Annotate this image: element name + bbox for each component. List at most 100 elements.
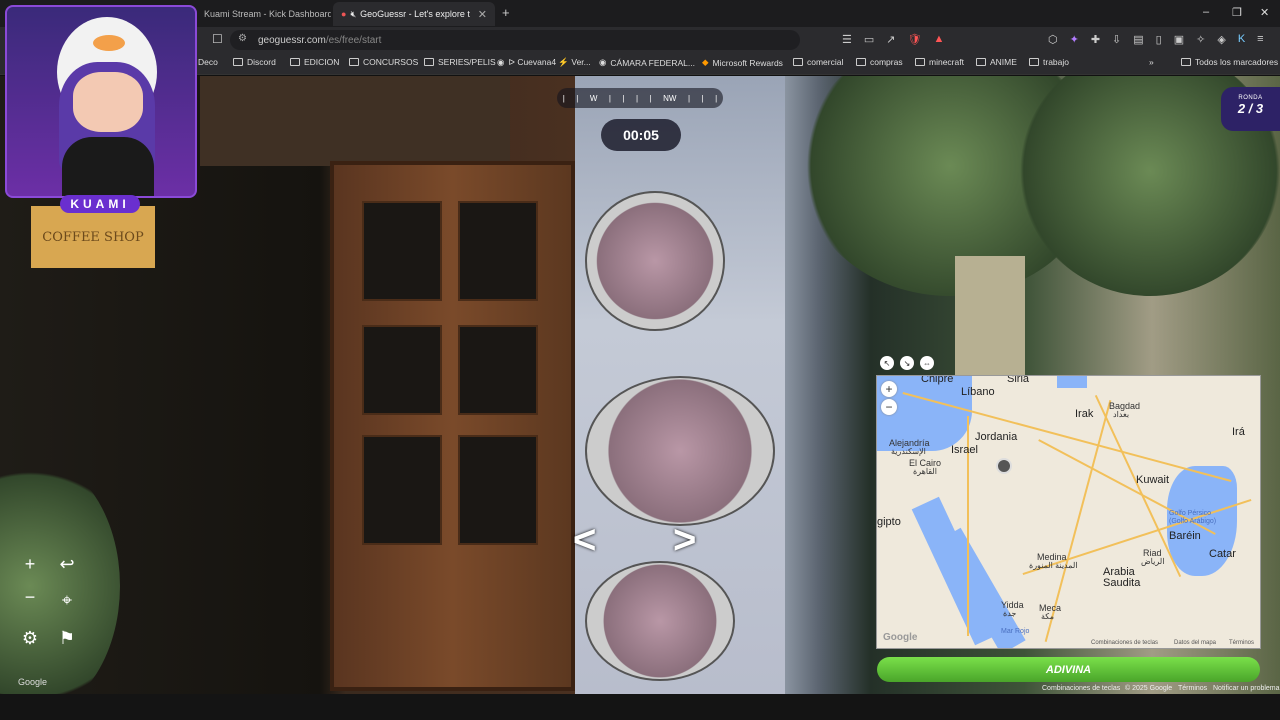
map-label-israel: Israel [951, 444, 978, 456]
guess-button[interactable]: ADIVINA [877, 657, 1260, 682]
map-label-chipre: Chipre [921, 375, 954, 385]
settings-gear-icon[interactable]: ⚙ [16, 624, 44, 652]
credits-shortcuts-link[interactable]: Combinaciones de teclas [1042, 685, 1120, 692]
move-forward-arrow[interactable]: > [673, 518, 696, 563]
bookmark-minecraft[interactable]: minecraft [915, 57, 964, 67]
compass-northwest: NW [663, 93, 677, 103]
close-window-button[interactable]: ✕ [1260, 6, 1269, 19]
minimize-button[interactable]: – [1203, 6, 1209, 18]
water-north [1057, 376, 1087, 388]
extension-icon[interactable]: ⬡ [1048, 33, 1058, 46]
close-tab-icon[interactable]: ✕ [478, 8, 487, 21]
menu-icon[interactable]: ≡ [1257, 33, 1263, 46]
url-path: /es/free/start [325, 34, 382, 46]
bookmark-series-pelis[interactable]: SERIES/PELIS [424, 57, 496, 67]
map-shortcuts-link[interactable]: Combinaciones de teclas [1091, 640, 1158, 646]
map-expand-icon[interactable]: ↖ [880, 356, 894, 370]
cast-icon[interactable]: ▭ [864, 33, 874, 46]
mute-icon: 🔇︎ [350, 8, 357, 19]
penguin-beak [93, 35, 125, 51]
tab-geoguessr[interactable]: ● 🔇︎ GeoGuessr - Let's explore the ✕ [333, 2, 495, 26]
compass-bar[interactable]: | | W | | | | NW | | | [557, 88, 723, 108]
map-label-riad-ar: الرياض [1141, 557, 1165, 566]
folder-icon [915, 58, 925, 66]
zoom-in-button[interactable]: + [16, 550, 44, 578]
building-wall [200, 76, 510, 166]
checkpoint-flag-icon[interactable]: ⚑ [53, 624, 81, 652]
return-to-start-icon[interactable]: ↩ [53, 550, 81, 578]
map-label-catar: Catar [1209, 548, 1236, 560]
avatar-face [73, 72, 143, 132]
tab-title: Kuami Stream - Kick Dashboard [204, 9, 331, 19]
credits-copyright: © 2025 Google [1125, 685, 1173, 692]
all-bookmarks[interactable]: Todos los marcadores [1181, 57, 1278, 67]
bookmark-camara-federal[interactable]: ◉ CÁMARA FEDERAL... [599, 57, 695, 68]
brave-shield-icon[interactable]: 🛡︎ [908, 33, 922, 46]
url-field[interactable]: ⚙ geoguessr.com/es/free/start [230, 30, 800, 50]
download-icon[interactable]: ⇩ [1112, 33, 1121, 46]
map-data-link[interactable]: Datos del mapa [1174, 640, 1216, 646]
folder-icon [856, 58, 866, 66]
tree-trunk [955, 256, 1025, 376]
rewards-icon[interactable]: ▲ [933, 33, 944, 46]
map-label-jordania: Jordania [975, 431, 1018, 443]
taskbar-area [0, 694, 1280, 720]
map-shrink-icon[interactable]: ↘ [900, 356, 914, 370]
bookmark-cuevana[interactable]: ◉ ᐅ Cuevana4 ⚡ Ver... [497, 57, 591, 68]
food-plate-image [585, 561, 735, 681]
bookmark-compras[interactable]: compras [856, 57, 903, 67]
map-zoom-in-button[interactable]: + [881, 381, 897, 397]
map-label-mar-rojo: Mar Rojo [1001, 628, 1030, 635]
zoom-out-button[interactable]: − [16, 583, 44, 611]
map-label-irak: Irak [1075, 408, 1094, 420]
guess-map[interactable]: Chipre Siria Líbano Irak Bagdad بغداد Ir… [876, 375, 1261, 649]
bookmarks-overflow-button[interactable]: » [1149, 57, 1154, 67]
move-back-arrow[interactable]: < [573, 518, 596, 563]
sidebar-icon[interactable]: ▯ [1156, 33, 1162, 46]
microsoft-icon: ◆ [702, 57, 709, 67]
tab-kick-dashboard[interactable]: Kuami Stream - Kick Dashboard [196, 2, 331, 26]
bookmark-microsoft-rewards[interactable]: ◆ Microsoft Rewards [702, 57, 783, 68]
round-indicator: RONDA 2 / 3 [1221, 87, 1280, 131]
guess-marker-pin[interactable] [996, 458, 1012, 474]
leo-icon[interactable]: ✧ [1196, 33, 1205, 46]
restore-button[interactable]: ❐ [1232, 6, 1242, 19]
map-label-alejandria-ar: الإسكندرية [891, 447, 926, 456]
wallet-icon[interactable]: ▣ [1174, 33, 1184, 46]
map-label-siria: Siria [1007, 375, 1030, 385]
bookmark-edicion[interactable]: EDICION [290, 57, 339, 67]
map-terms-link[interactable]: Términos [1229, 640, 1254, 646]
map-pin-toggle-icon[interactable]: ⇔ [920, 356, 934, 370]
folder-icon [976, 58, 986, 66]
bookmark-star-icon[interactable]: ☐ [212, 32, 223, 46]
bookmarks-panel-icon[interactable]: ▤ [1133, 33, 1143, 46]
map-label-el-cairo-ar: القاهرة [913, 467, 937, 476]
credits-report-link[interactable]: Notificar un problema [1213, 685, 1280, 692]
map-google-logo: Google [883, 632, 918, 643]
folder-icon [1181, 58, 1191, 66]
map-label-golfo-arabigo: (Golfo Arábigo) [1169, 518, 1217, 525]
site-info-icon[interactable]: ⚙ [238, 33, 247, 44]
share-icon[interactable]: ↗ [886, 33, 895, 46]
bookmark-anime[interactable]: ANIME [976, 57, 1017, 67]
reader-icon[interactable]: ☰ [842, 33, 852, 46]
map-label-yidda-ar: جدة [1003, 609, 1017, 618]
k-extension-icon[interactable]: K [1238, 33, 1245, 46]
vpn-icon[interactable]: ◈ [1217, 33, 1225, 46]
bookmark-concursos[interactable]: CONCURSOS [349, 57, 418, 67]
road [1094, 394, 1182, 578]
map-zoom-out-button[interactable]: − [881, 399, 897, 415]
bookmark-deco[interactable]: Deco [198, 57, 218, 67]
folder-icon [290, 58, 300, 66]
map-label-saudita: Saudita [1103, 577, 1141, 589]
puzzle-icon[interactable]: ✚ [1091, 33, 1100, 46]
new-tab-button[interactable]: + [502, 5, 510, 20]
twitch-icon[interactable]: ✦ [1070, 33, 1079, 46]
location-pin-icon[interactable]: ⌖ [53, 586, 81, 614]
globe-icon: ◉ [599, 57, 607, 67]
credits-terms-link[interactable]: Términos [1178, 685, 1207, 692]
bookmark-comercial[interactable]: comercial [793, 57, 843, 67]
map-label-kuwait: Kuwait [1136, 474, 1170, 486]
bookmark-trabajo[interactable]: trabajo [1029, 57, 1069, 67]
bookmark-discord[interactable]: Discord [233, 57, 276, 67]
